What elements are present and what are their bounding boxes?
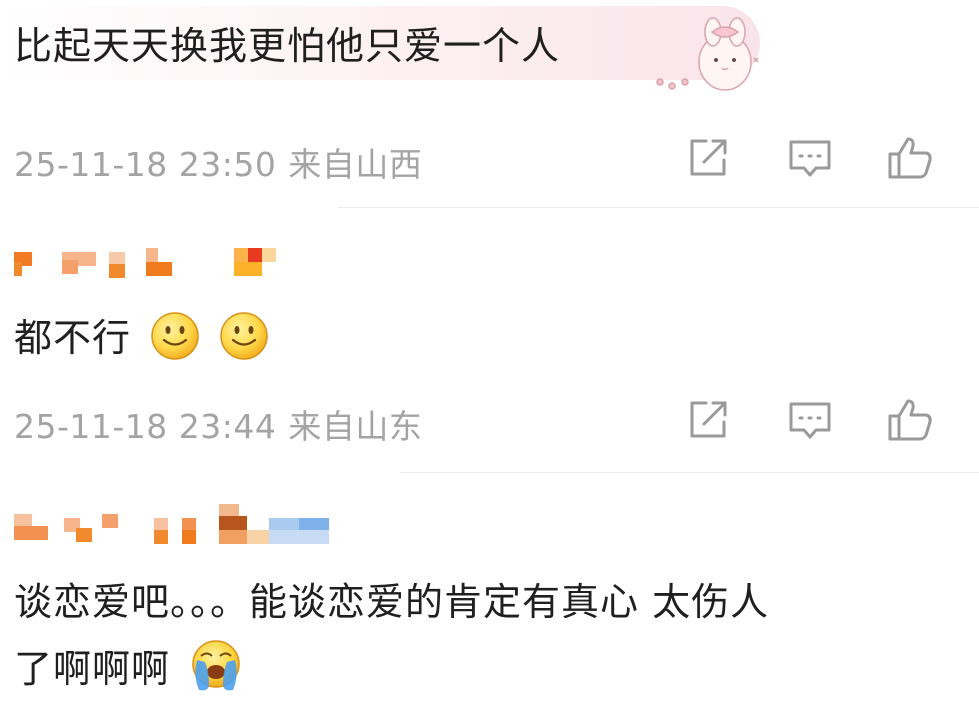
comment-meta: 25-11-18 23:50 来自山西	[14, 138, 422, 186]
comment-icon[interactable]	[786, 134, 834, 182]
comment-item-1: 比起天天换我更怕他只爱一个人 25-11-18 23:50 来自山西	[0, 0, 979, 210]
comment-text-line-2: 了啊啊啊	[14, 638, 243, 697]
share-icon[interactable]	[684, 396, 732, 444]
comment-item-3: 谈恋爱吧。。。能谈恋爱的肯定有真心 太伤人 了啊啊啊	[0, 500, 979, 717]
comment-icon[interactable]	[786, 396, 834, 444]
like-icon[interactable]	[886, 396, 934, 444]
divider	[400, 472, 979, 473]
comment-location: 来自山西	[288, 145, 423, 184]
bunny-sticker-icon	[656, 17, 759, 91]
comment-meta: 25-11-18 23:44 来自山东	[14, 400, 422, 448]
comment-text: 都不行	[14, 310, 269, 366]
crying-emoji-icon	[192, 640, 240, 691]
comment-text-content: 都不行	[14, 316, 132, 360]
comment-date: 25-11-18 23:44	[14, 407, 277, 446]
comment-location: 来自山东	[288, 407, 423, 446]
comment-text-line-1: 谈恋爱吧。。。能谈恋爱的肯定有真心 太伤人	[14, 580, 770, 624]
like-icon[interactable]	[886, 134, 934, 182]
comment-item-2: 都不行 25-11-18 23:44 来自山东	[0, 240, 979, 470]
share-icon[interactable]	[684, 134, 732, 182]
divider	[338, 207, 979, 208]
redacted-username[interactable]	[14, 500, 354, 544]
smile-emoji-icon	[220, 312, 268, 360]
comment-text-content: 了啊啊啊	[14, 647, 171, 691]
comment-text: 比起天天换我更怕他只爱一个人	[14, 24, 561, 68]
smile-emoji-icon	[151, 312, 199, 360]
comment-date: 25-11-18 23:50	[14, 145, 277, 184]
redacted-username[interactable]	[14, 240, 294, 280]
